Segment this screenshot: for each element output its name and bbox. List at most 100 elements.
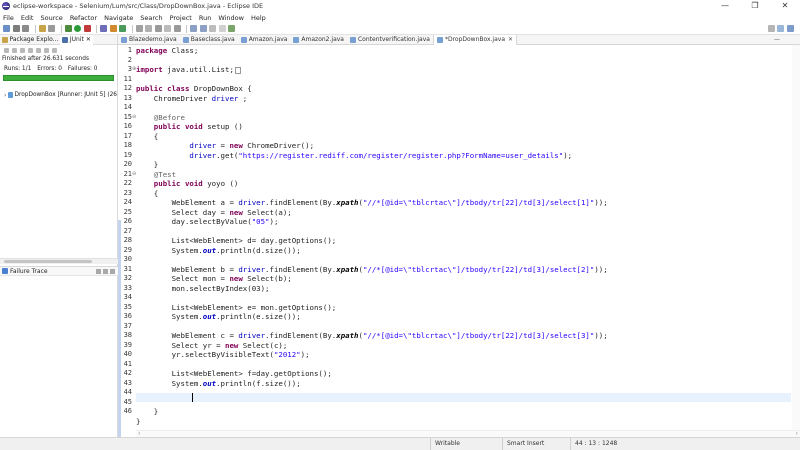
new-class-icon[interactable] bbox=[119, 25, 126, 32]
menu-edit[interactable]: Edit bbox=[21, 14, 34, 22]
editor-tab-label: Contentverification.java bbox=[357, 36, 430, 43]
back-icon[interactable] bbox=[209, 25, 216, 32]
maximize-button[interactable]: ❐ bbox=[740, 0, 770, 12]
menu-run[interactable]: Run bbox=[199, 14, 211, 22]
code-area[interactable]: package Class; import java.util.List; pu… bbox=[136, 45, 791, 437]
line-number: 3 bbox=[127, 65, 132, 73]
toggle-mark-icon[interactable] bbox=[145, 25, 152, 32]
save-all-icon[interactable] bbox=[22, 25, 29, 32]
editor-tab[interactable]: Blazedemo.java bbox=[118, 35, 180, 45]
history-icon[interactable] bbox=[44, 47, 49, 53]
terminal-icon[interactable] bbox=[48, 25, 55, 32]
chevron-right-icon[interactable]: › bbox=[4, 92, 6, 99]
line-number: 45 bbox=[123, 397, 132, 406]
package-explorer-icon bbox=[2, 36, 8, 43]
annotation-icon[interactable] bbox=[154, 25, 162, 32]
menu-project[interactable]: Project bbox=[170, 14, 192, 22]
compare-result-icon[interactable] bbox=[103, 269, 108, 274]
line-number: 14 bbox=[123, 103, 132, 111]
next-annotation-icon[interactable] bbox=[190, 25, 197, 32]
menu-window[interactable]: Window bbox=[218, 14, 244, 22]
rerun-icon[interactable] bbox=[28, 47, 33, 53]
block-select-icon[interactable] bbox=[164, 25, 171, 32]
line-number: 13 bbox=[123, 93, 132, 102]
new-icon[interactable] bbox=[3, 25, 10, 32]
menu-source[interactable]: Source bbox=[40, 14, 62, 22]
view-menu-icon[interactable] bbox=[52, 47, 57, 53]
menu-search[interactable]: Search bbox=[140, 14, 162, 22]
menu-help[interactable]: Help bbox=[251, 14, 266, 22]
line-number: 41 bbox=[123, 359, 132, 368]
line-number: 22 bbox=[123, 179, 132, 187]
debug-icon[interactable] bbox=[64, 25, 72, 32]
menu-refactor[interactable]: Refactor bbox=[70, 14, 97, 22]
insert-mode-status[interactable]: Smart Insert bbox=[502, 438, 570, 450]
save-icon[interactable] bbox=[12, 25, 20, 32]
prev-annotation-icon[interactable] bbox=[199, 25, 207, 32]
line-number: 21 bbox=[123, 169, 132, 178]
editor-vertical-scrollbar[interactable] bbox=[792, 45, 800, 430]
test-suite-icon bbox=[8, 92, 13, 98]
left-horizontal-scrollbar[interactable] bbox=[0, 258, 118, 264]
forward-icon[interactable] bbox=[218, 25, 226, 32]
prev-failure-icon[interactable] bbox=[12, 47, 17, 53]
code-editor[interactable]: 1 2 3 ⊕ 11 12 13 14 15 ⊖ 16 17 18 19 20 21 ⊖ 22 23 24 25 26 27… bbox=[118, 45, 800, 450]
test-tree-item[interactable]: › DropDownBox [Runner: JUnit 5] (26 bbox=[0, 90, 117, 100]
junit-toolbar bbox=[0, 45, 117, 55]
scrollbar-thumb[interactable] bbox=[4, 260, 92, 263]
scroll-right-icon[interactable]: › bbox=[796, 430, 798, 437]
toolbar-separator bbox=[131, 24, 133, 33]
code-line: System.out.println(f.size()); bbox=[136, 378, 301, 388]
editor-tabs: Blazedemo.java Baseclass.java Amazon.jav… bbox=[118, 34, 800, 45]
run-icon[interactable] bbox=[74, 25, 81, 32]
search-icon[interactable] bbox=[767, 25, 775, 32]
search-icon[interactable] bbox=[135, 25, 143, 32]
line-number: 17 bbox=[123, 131, 132, 140]
show-failures-only-icon[interactable] bbox=[20, 47, 25, 53]
menu-navigate[interactable]: Navigate bbox=[104, 14, 133, 22]
new-java-project-icon[interactable] bbox=[100, 25, 107, 32]
java-perspective-icon[interactable] bbox=[786, 25, 794, 32]
open-type-icon[interactable] bbox=[38, 25, 46, 32]
toolbar-right bbox=[767, 25, 797, 32]
tab-junit[interactable]: JUnit ✕ bbox=[60, 34, 93, 45]
junit-icon bbox=[62, 36, 69, 43]
line-number: 12 bbox=[123, 84, 132, 92]
line-number: 33 bbox=[123, 283, 132, 292]
close-icon[interactable]: ✕ bbox=[508, 36, 513, 43]
line-number: 42 bbox=[123, 369, 132, 377]
cursor-position-status: 44 : 13 : 1248 bbox=[570, 438, 640, 450]
line-number: 1 bbox=[127, 46, 132, 54]
new-package-icon[interactable] bbox=[109, 25, 117, 32]
minimize-editor-icon[interactable]: — bbox=[774, 35, 780, 45]
line-number: 39 bbox=[123, 340, 132, 349]
view-menu-icon[interactable] bbox=[110, 269, 115, 274]
editor-tab[interactable]: Contentverification.java bbox=[347, 35, 433, 45]
stop-icon[interactable] bbox=[36, 47, 41, 53]
menu-file[interactable]: File bbox=[3, 14, 14, 22]
next-failure-icon[interactable] bbox=[4, 47, 9, 53]
perspective-icon[interactable] bbox=[777, 25, 784, 32]
line-number: 20 bbox=[123, 160, 132, 168]
runs-count: Runs: 1/1 bbox=[4, 66, 32, 72]
scroll-left-icon[interactable]: ‹ bbox=[138, 430, 140, 437]
line-number: 32 bbox=[123, 274, 132, 282]
minimize-button[interactable]: — bbox=[710, 0, 740, 12]
filter-stack-icon[interactable] bbox=[96, 269, 101, 274]
code-line: System.out.println(d.size()); bbox=[136, 245, 301, 255]
run-config-icon[interactable] bbox=[83, 25, 91, 32]
collapsed-import-icon[interactable] bbox=[234, 66, 241, 74]
pin-editor-icon[interactable] bbox=[228, 25, 235, 32]
menu-bar: File Edit Source Refactor Navigate Searc… bbox=[0, 12, 800, 23]
code-line: } bbox=[136, 416, 141, 426]
whitespace-icon[interactable] bbox=[173, 25, 181, 32]
editor-tab[interactable]: Amazon2.java bbox=[290, 35, 347, 45]
java-file-icon bbox=[240, 36, 247, 43]
editor-tab-active[interactable]: *DropDownBox.java ✕ bbox=[432, 34, 518, 45]
close-button[interactable]: ✕ bbox=[770, 0, 800, 12]
tab-package-explorer[interactable]: Package Explo... bbox=[0, 35, 60, 45]
close-icon[interactable]: ✕ bbox=[86, 36, 91, 43]
editor-tab[interactable]: Baseclass.java bbox=[180, 35, 238, 45]
editor-horizontal-scrollbar[interactable]: ‹ › bbox=[136, 430, 800, 437]
editor-tab[interactable]: Amazon.java bbox=[238, 35, 291, 45]
